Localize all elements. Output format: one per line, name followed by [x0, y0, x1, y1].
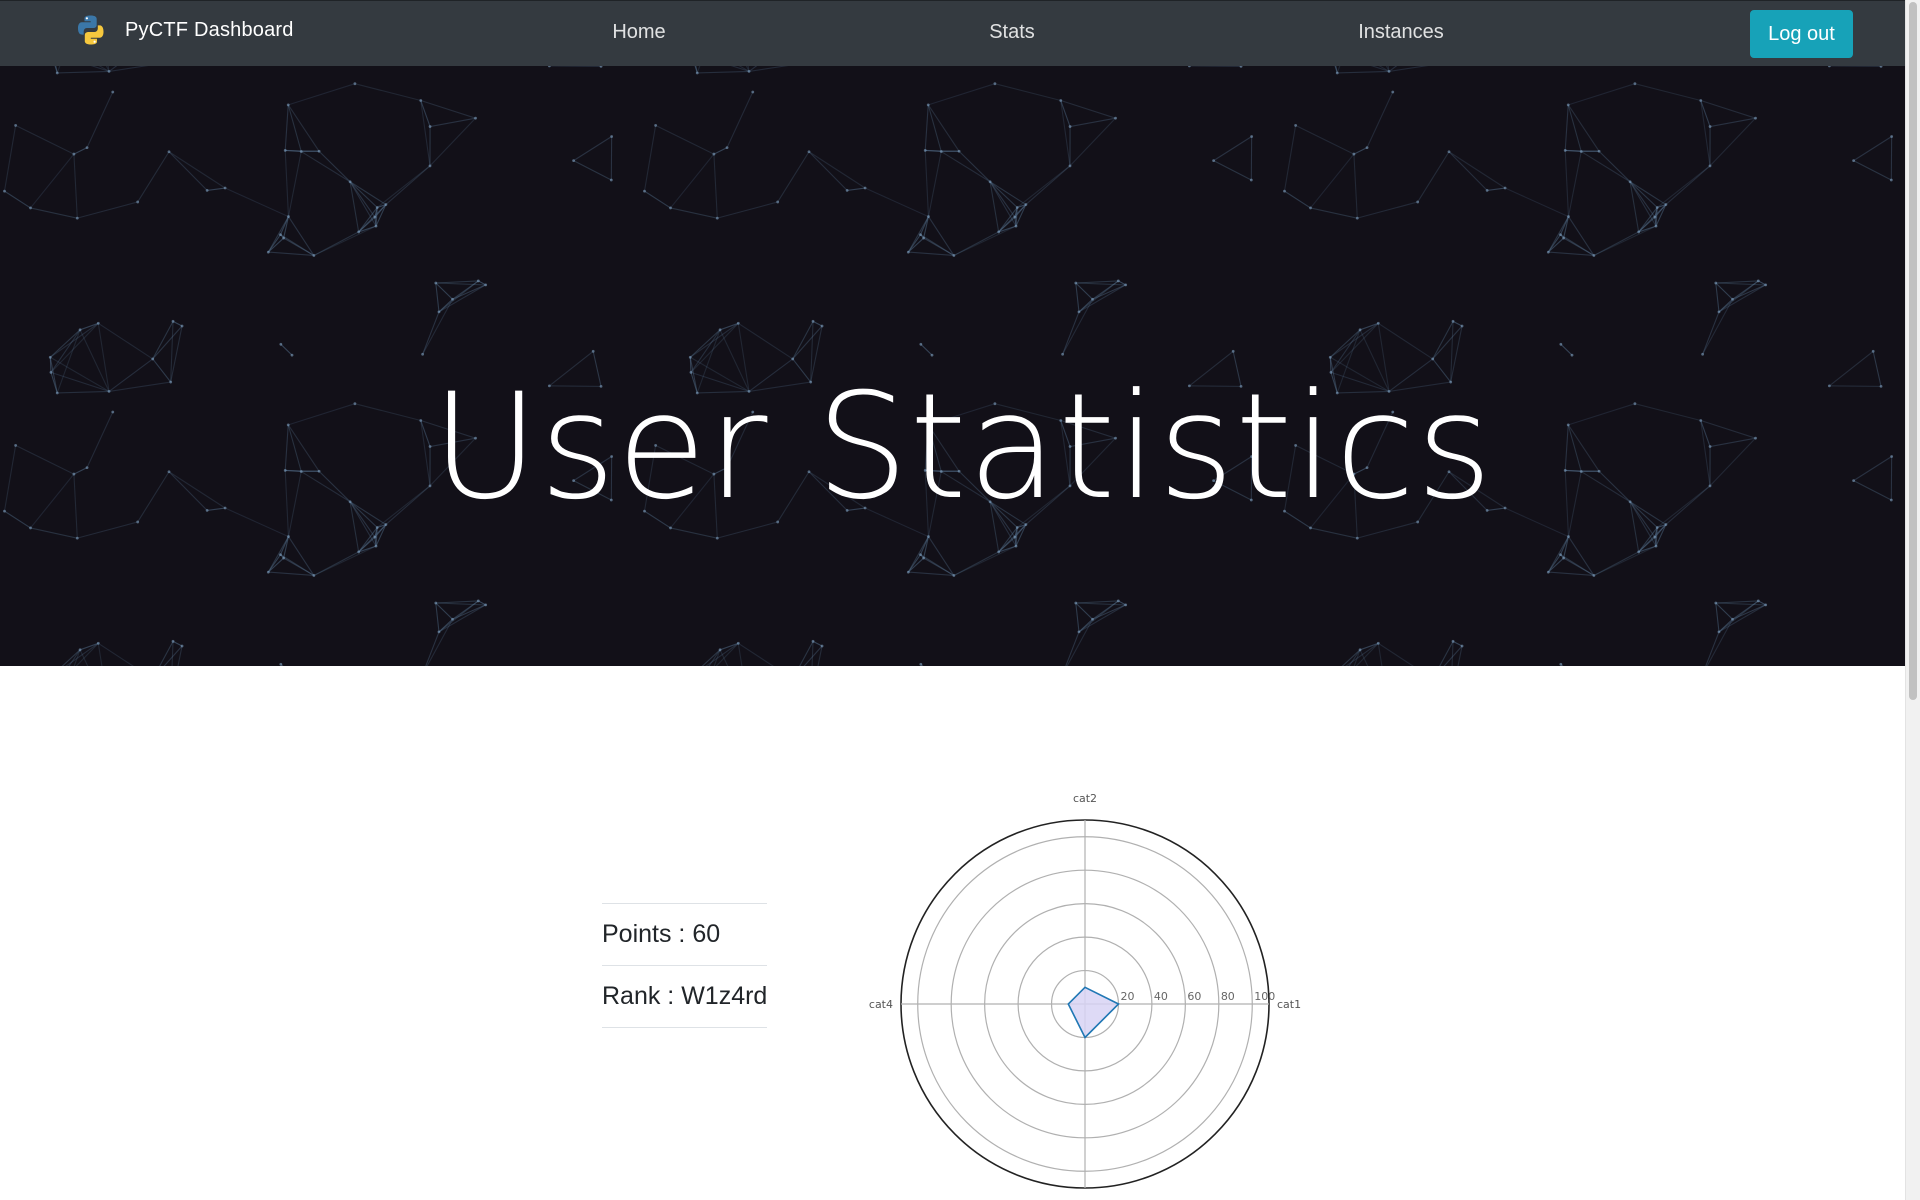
radar-series-polygon	[1067, 986, 1120, 1039]
page-title: User Statistics	[431, 361, 1494, 532]
radar-tick-label: 20	[1120, 990, 1134, 1003]
logout-button[interactable]: Log out	[1750, 10, 1853, 58]
rank-value: Rank : W1z4rd	[602, 982, 768, 1010]
page: PyCTF Dashboard Home Stats Instances Log…	[0, 0, 1905, 1200]
nav-link-instances[interactable]: Instances	[1358, 21, 1444, 44]
python-logo-icon	[78, 15, 104, 45]
nav-link-home[interactable]: Home	[612, 21, 665, 44]
top-navbar: PyCTF Dashboard Home Stats Instances Log…	[0, 0, 1905, 66]
hero-banner: User Statistics	[0, 66, 1905, 666]
radar-tick-label: 40	[1154, 990, 1168, 1003]
brand-title: PyCTF Dashboard	[125, 18, 294, 41]
radar-tick-label: 60	[1187, 990, 1201, 1003]
window-scrollbar-thumb[interactable]	[1909, 2, 1917, 700]
radar-category-label: cat4	[869, 998, 893, 1011]
radar-tick-label: 80	[1221, 990, 1235, 1003]
points-value: Points : 60	[602, 920, 721, 948]
radar-chart: 20 40 60 80 100cat1 cat2 cat4	[869, 792, 1301, 1189]
stats-row-points: Points : 60	[602, 903, 768, 966]
window-scrollbar[interactable]	[1905, 0, 1920, 1200]
nav-link-stats[interactable]: Stats	[989, 21, 1035, 44]
user-stats-table: Points : 60 Rank : W1z4rd	[602, 903, 768, 1028]
radar-category-label: cat2	[1073, 792, 1097, 805]
radar-tick-label: 100	[1254, 990, 1275, 1003]
radar-category-label: cat1	[1277, 998, 1301, 1011]
brand-link[interactable]: PyCTF Dashboard	[74, 13, 294, 47]
stats-row-rank: Rank : W1z4rd	[602, 965, 768, 1028]
